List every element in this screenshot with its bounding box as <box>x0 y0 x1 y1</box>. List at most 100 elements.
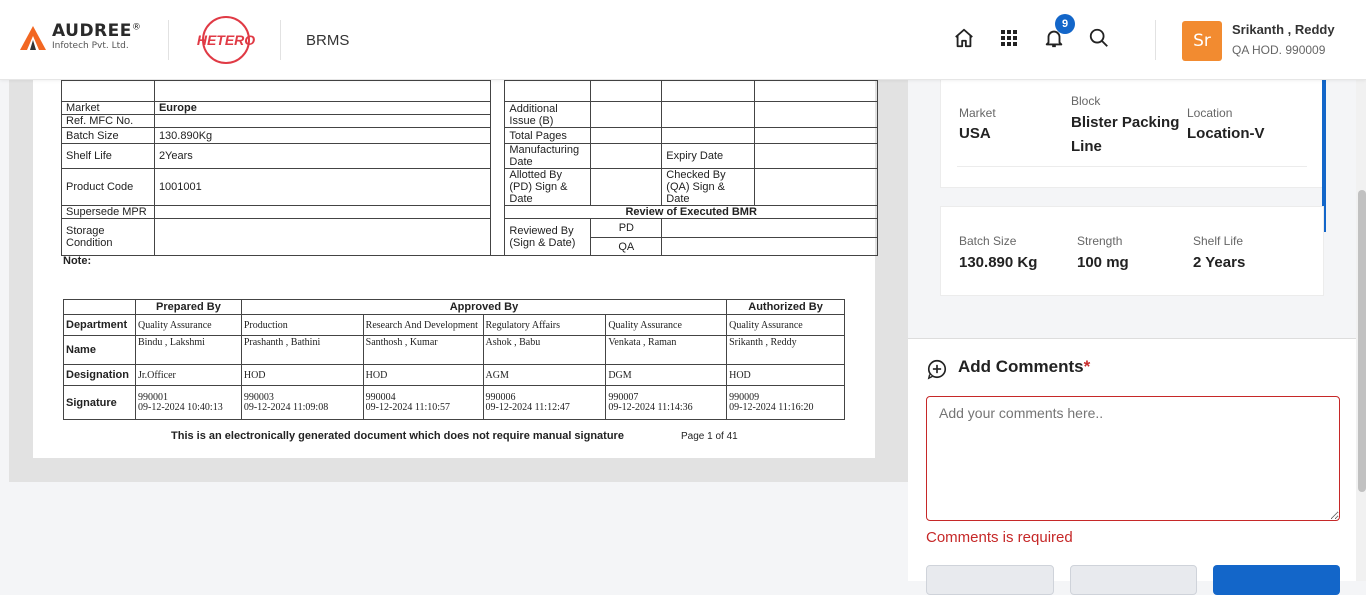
search-button[interactable] <box>1086 25 1112 51</box>
home-button[interactable] <box>951 25 977 51</box>
block-value: Blister Packing Line <box>1071 114 1180 155</box>
secondary-button[interactable] <box>926 565 1054 595</box>
comments-title: Add Comments* <box>958 357 1091 376</box>
comments-error: Comments is required <box>926 529 1073 546</box>
notification-badge: 9 <box>1055 14 1075 34</box>
doc-label: Ref. MFC No. <box>61 114 155 128</box>
designation-cell: HOD <box>726 364 845 386</box>
name-cell: Ashok , Babu <box>482 335 607 365</box>
page-info: Page 1 of 41 <box>681 431 738 442</box>
signature-time: 09-12-2024 11:09:08 <box>243 401 329 413</box>
department-cell: Regulatory Affairs <box>482 314 607 336</box>
add-comment-icon <box>927 359 947 380</box>
designation-cell: HOD <box>240 364 364 386</box>
secondary-button[interactable] <box>1070 565 1197 595</box>
note-label: Note: <box>63 255 92 267</box>
signature-cell: 990006 09-12-2024 11:12:47 <box>482 385 607 420</box>
signature-cell: 990009 09-12-2024 11:16:20 <box>726 385 845 420</box>
footer-text: This is an electronically generated docu… <box>171 430 624 442</box>
doc-label: Supersede MPR <box>61 205 155 219</box>
signature-id: 990006 <box>485 391 516 403</box>
top-bar: AUDREE® Infotech Pvt. Ltd. HETERO BRMS 9… <box>0 0 1366 80</box>
logo-subtitle: Infotech Pvt. Ltd. <box>52 41 129 51</box>
location-value: Location-V <box>1187 125 1265 142</box>
batch-card: Batch Size 130.890 Kg Strength 100 mg Sh… <box>940 206 1324 296</box>
doc-label: Manufacturing Date <box>504 143 592 169</box>
signature-id: 990001 <box>137 391 168 403</box>
hetero-logo-text: HETERO <box>196 32 256 48</box>
shelf-life-value: 2 Years <box>1193 254 1246 271</box>
signature-time: 09-12-2024 11:12:47 <box>485 401 570 413</box>
doc-label: Additional Issue (B) <box>504 101 592 128</box>
row-label: Name <box>63 335 136 365</box>
name-cell: Bindu , Lakshmi <box>134 335 242 365</box>
doc-label: PD <box>590 218 663 238</box>
signature-time: 09-12-2024 11:10:57 <box>365 401 451 413</box>
doc-value: Europe <box>153 101 492 115</box>
apps-button[interactable] <box>996 25 1022 51</box>
name-cell: Srikanth , Reddy <box>726 335 845 365</box>
signature-time: 09-12-2024 11:14:36 <box>608 401 693 413</box>
block-label: Block <box>1071 94 1101 108</box>
submit-button[interactable] <box>1213 565 1340 595</box>
signature-cell: 990003 09-12-2024 11:09:08 <box>240 385 364 420</box>
name-cell: Venkata , Raman <box>605 335 728 365</box>
row-label: Signature <box>63 385 136 420</box>
search-icon <box>1089 28 1108 47</box>
doc-label: QA <box>590 237 663 256</box>
doc-value <box>153 205 492 219</box>
department-cell: Quality Assurance <box>726 314 845 336</box>
batch-info-table: Market Europe Additional Issue (B) Ref. … <box>61 80 878 256</box>
doc-label: Storage Condition <box>61 218 155 256</box>
doc-value: 130.890Kg <box>153 127 492 144</box>
comments-section: Add Comments* Comments is required <box>908 338 1358 595</box>
logo-reg: ® <box>131 22 141 33</box>
audree-logo[interactable]: AUDREE® Infotech Pvt. Ltd. <box>20 22 141 52</box>
doc-label: Checked By (QA) Sign & Date <box>661 168 756 206</box>
doc-value: 2Years <box>153 143 492 169</box>
batch-size-label: Batch Size <box>959 234 1017 248</box>
signature-table: Prepared By Approved By Authorized By De… <box>63 299 845 420</box>
header-divider <box>280 20 281 60</box>
hetero-logo: HETERO <box>196 15 256 65</box>
doc-label: Reviewed By (Sign & Date) <box>504 218 592 256</box>
app-title: BRMS <box>306 32 350 49</box>
doc-value: 1001001 <box>153 168 492 206</box>
doc-value <box>153 218 492 256</box>
comments-input[interactable] <box>926 396 1340 521</box>
approved-by-header: Approved By <box>240 299 728 315</box>
doc-value <box>153 114 492 128</box>
department-cell: Quality Assurance <box>605 314 728 336</box>
doc-label: Batch Size <box>61 127 155 144</box>
location-card: Market USA Block Blister Packing Line Loc… <box>940 80 1324 188</box>
logo-name: AUDREE <box>52 21 132 41</box>
name-cell: Prashanth , Bathini <box>240 335 364 365</box>
required-mark: * <box>1083 357 1091 376</box>
doc-label: Expiry Date <box>661 143 756 169</box>
designation-cell: AGM <box>482 364 607 386</box>
batch-size-value: 130.890 Kg <box>959 254 1038 271</box>
header-divider <box>1155 20 1156 60</box>
department-cell: Research And Development <box>362 314 484 336</box>
designation-cell: DGM <box>605 364 728 386</box>
divider <box>957 166 1307 167</box>
signature-id: 990009 <box>729 391 760 403</box>
page-scrollbar-thumb[interactable] <box>1358 190 1366 492</box>
review-title: Review of Executed BMR <box>504 205 878 219</box>
signature-cell: 990004 09-12-2024 11:10:57 <box>362 385 484 420</box>
apps-grid-icon <box>1001 30 1017 46</box>
designation-cell: Jr.Officer <box>134 364 242 386</box>
audree-logo-mark-icon <box>20 26 46 50</box>
market-label: Market <box>959 106 996 120</box>
strength-value: 100 mg <box>1077 254 1129 271</box>
signature-cell: 990007 09-12-2024 11:14:36 <box>605 385 728 420</box>
user-name[interactable]: Srikanth , Reddy <box>1232 22 1335 37</box>
doc-label: Product Code <box>61 168 155 206</box>
row-label: Department <box>63 314 136 336</box>
document-viewer[interactable]: Market Europe Additional Issue (B) Ref. … <box>9 80 908 482</box>
signature-id: 990003 <box>243 391 274 403</box>
signature-cell: 990001 09-12-2024 10:40:13 <box>134 385 242 420</box>
signature-id: 990007 <box>608 391 639 403</box>
user-avatar[interactable]: Sr <box>1182 21 1222 61</box>
prepared-by-header: Prepared By <box>134 299 242 315</box>
